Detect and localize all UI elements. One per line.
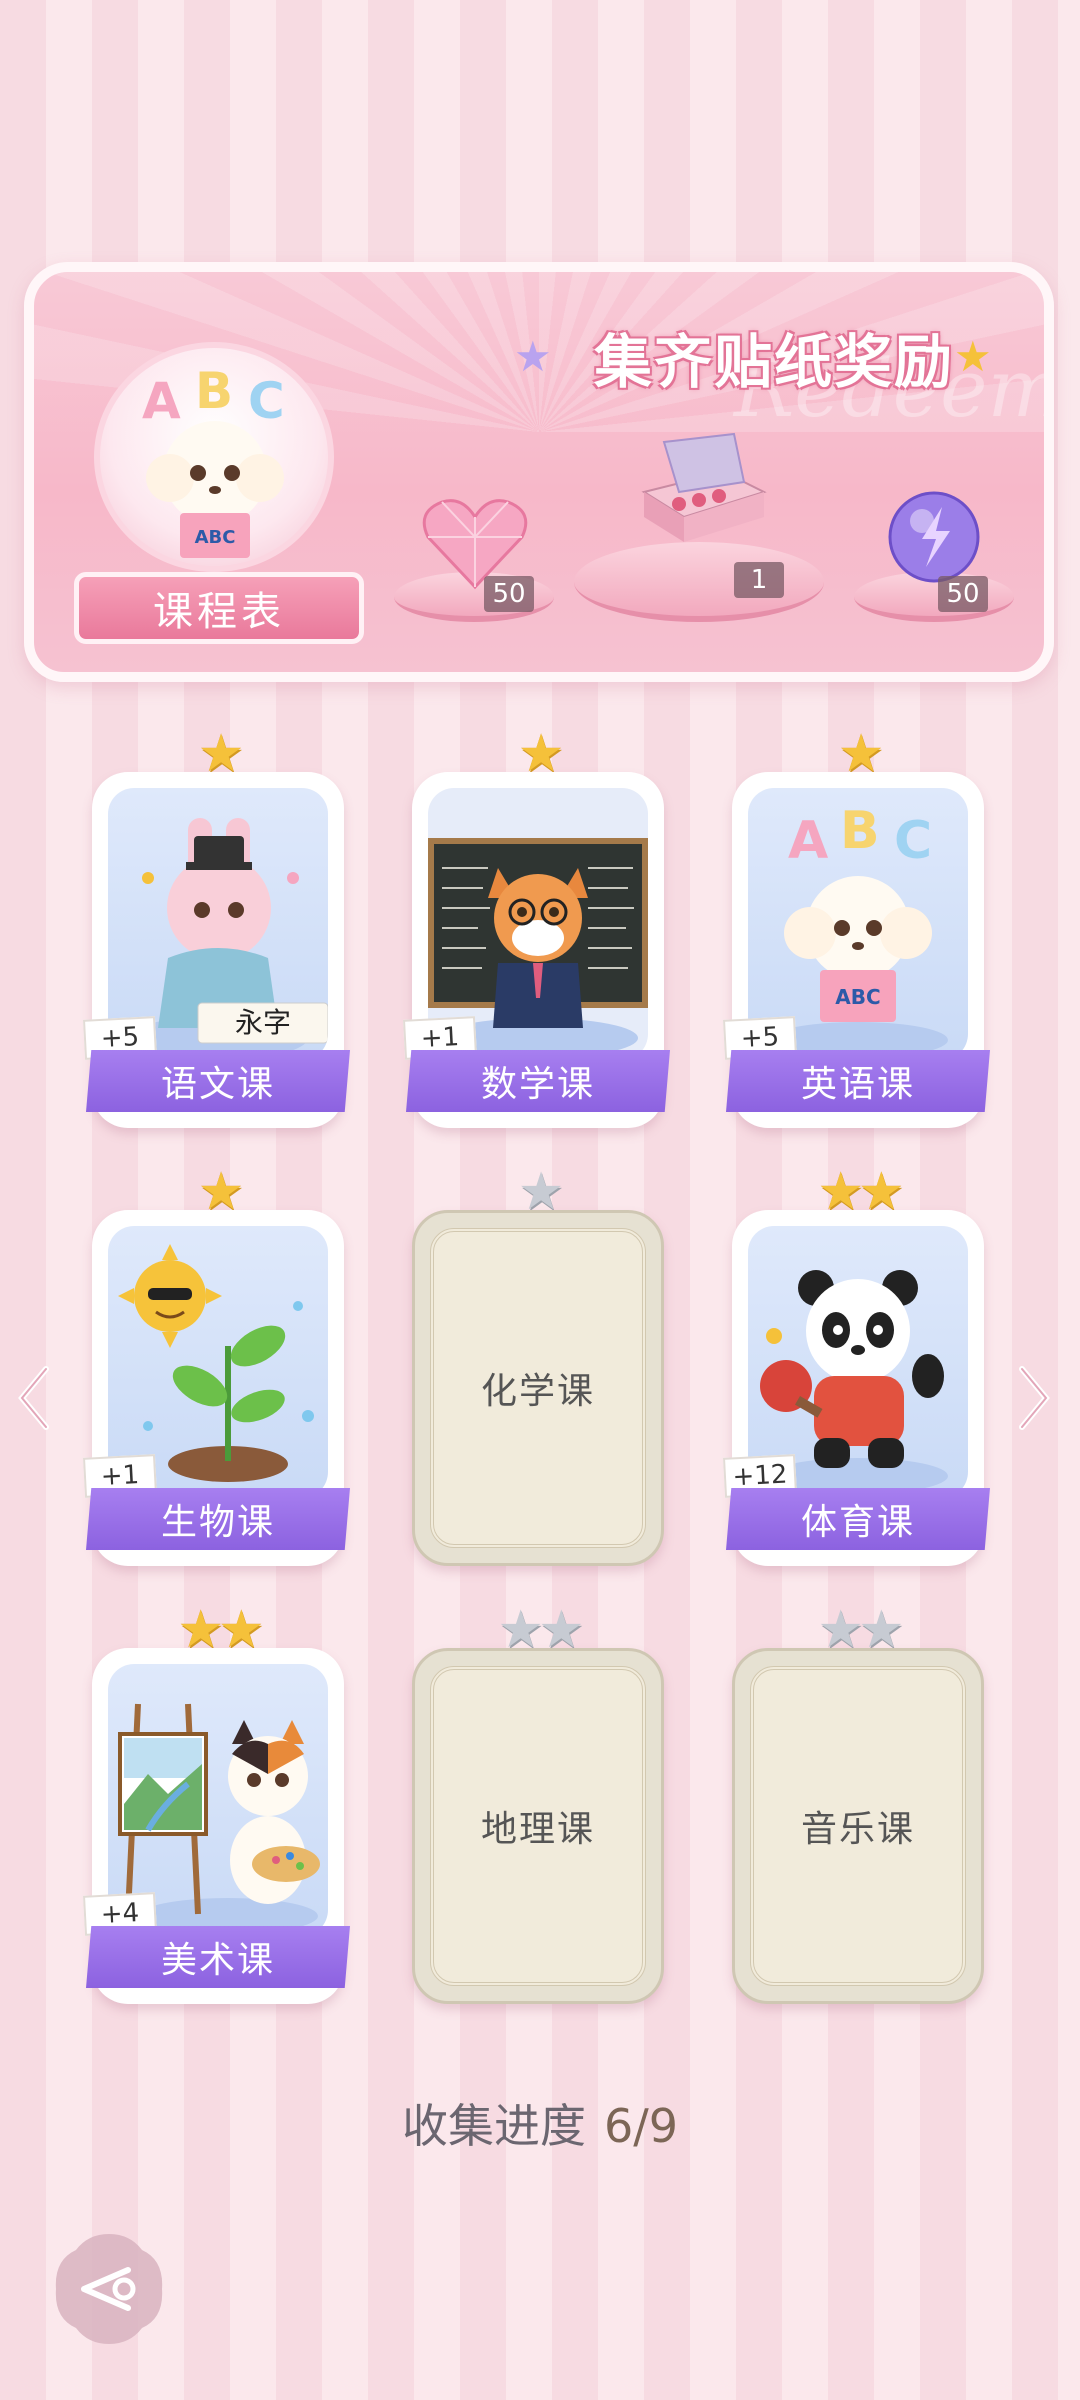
schedule-button[interactable]: 课程表: [74, 572, 364, 644]
heart-gem-count: 50: [484, 576, 534, 612]
card-label: 数学课: [406, 1050, 670, 1112]
card-label: 地理课: [430, 1666, 646, 1986]
svg-text:C: C: [248, 372, 285, 430]
svg-text:A: A: [142, 372, 181, 430]
card-label: 英语课: [726, 1050, 990, 1112]
prev-page-arrow-icon[interactable]: [14, 1358, 54, 1438]
svg-text:ABC: ABC: [195, 527, 236, 548]
card-label: 体育课: [726, 1488, 990, 1550]
svg-text:B: B: [195, 362, 233, 420]
card-label: 生物课: [86, 1488, 350, 1550]
back-arrow-icon: [55, 2234, 163, 2344]
svg-text:ABC: ABC: [835, 985, 880, 1009]
card-chemistry-locked[interactable]: ★ 化学课: [412, 1166, 664, 1566]
card-chinese[interactable]: ★ 永字 +5 语文课: [83, 728, 350, 1128]
card-music-locked[interactable]: ★★ 音乐课: [732, 1604, 984, 2004]
progress-label: 收集进度: [401, 2099, 586, 2153]
card-art[interactable]: ★★ +4 美术课: [83, 1604, 350, 2004]
card-label: 美术课: [86, 1926, 350, 1988]
collection-progress: 收集进度 6/9: [0, 2090, 1080, 2156]
card-label: 语文课: [86, 1050, 350, 1112]
gift-box-count: 1: [734, 562, 784, 598]
gift-box-icon[interactable]: [624, 432, 774, 556]
card-label: 音乐课: [750, 1666, 966, 1986]
poodle-avatar-icon: A B C ABC: [142, 362, 285, 558]
back-button[interactable]: [50, 2230, 168, 2348]
card-label: 化学课: [430, 1228, 646, 1548]
purple-star-icon: ★: [514, 332, 552, 381]
banner-title: 集齐贴纸奖励: [593, 328, 954, 396]
card-biology[interactable]: ★ +1 生物课: [83, 1166, 350, 1566]
lightning-orb-count: 50: [938, 576, 988, 612]
svg-text:B: B: [840, 801, 880, 861]
card-pe[interactable]: ★★ +12 体育课: [723, 1166, 990, 1566]
card-english[interactable]: ★ A B C ABC +5 英语课: [723, 728, 990, 1128]
svg-text:C: C: [894, 811, 932, 871]
card-geography-locked[interactable]: ★★ 地理课: [412, 1604, 664, 2004]
progress-value: 6/9: [603, 2099, 679, 2153]
schedule-avatar[interactable]: A B C ABC: [94, 342, 334, 572]
reward-banner: Redeem ★ ★ 集齐贴纸奖励 A B C ABC 课程表 50 1 50: [24, 262, 1054, 682]
next-page-arrow-icon[interactable]: [1014, 1358, 1054, 1438]
svg-text:永字: 永字: [235, 1006, 291, 1039]
svg-text:A: A: [788, 811, 828, 871]
card-math[interactable]: ★ +1 数学课: [403, 728, 670, 1128]
